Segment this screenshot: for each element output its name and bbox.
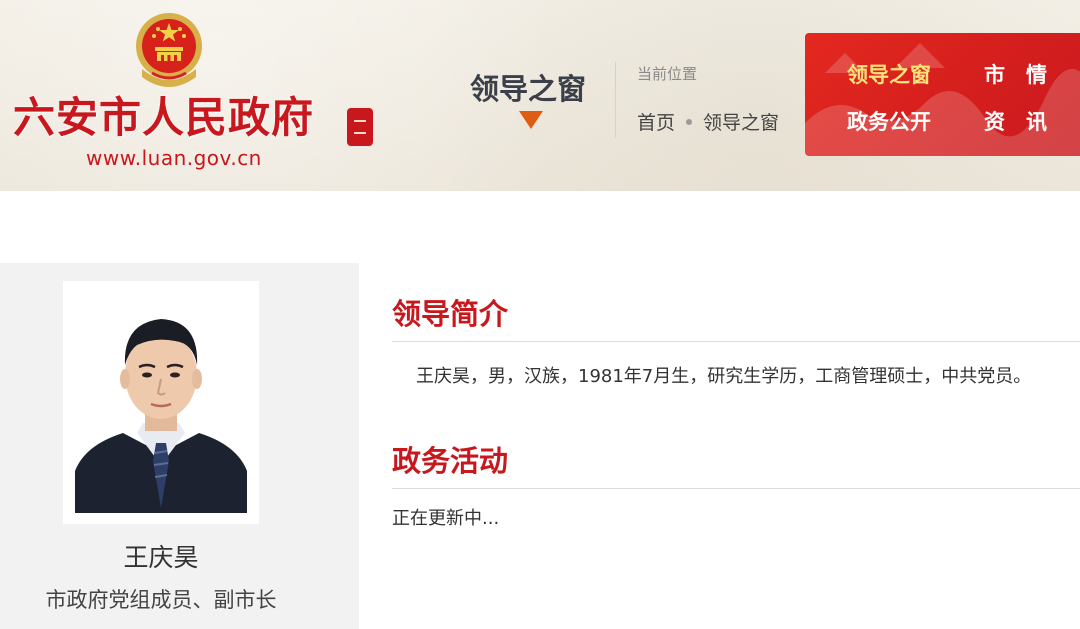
nav-item-leaders[interactable]: 领导之窗 [847, 59, 931, 89]
site-name[interactable]: 六安市人民政府 [13, 90, 333, 146]
leader-photo [75, 293, 247, 513]
seal-icon [347, 108, 373, 146]
national-emblem-icon[interactable] [132, 9, 206, 87]
section-title: 领导之窗 [470, 72, 587, 106]
intro-text: 王庆昊，男，汉族，1981年7月生，研究生学历，工商管理硕士，中共党员。 [416, 366, 1032, 387]
nav-background-pattern [805, 43, 1080, 156]
intro-divider [392, 341, 1080, 342]
activity-divider [392, 488, 1080, 489]
leader-name: 王庆昊 [123, 543, 199, 572]
activity-text: 正在更新中... [392, 508, 500, 529]
location-label: 当前位置 [637, 65, 698, 83]
breadcrumb-separator-icon [686, 118, 693, 125]
breadcrumb-home[interactable]: 首页 [637, 108, 675, 135]
breadcrumb-current[interactable]: 领导之窗 [703, 108, 779, 135]
header-divider [615, 62, 616, 138]
activity-heading: 政务活动 [392, 444, 509, 478]
breadcrumb: 首页 领导之窗 [637, 108, 779, 135]
intro-heading: 领导简介 [392, 297, 509, 331]
nav-item-news[interactable]: 资 讯 [984, 106, 1047, 136]
nav-item-gov-affairs[interactable]: 政务公开 [847, 106, 931, 136]
leader-title: 市政府党组成员、副市长 [45, 588, 277, 612]
triangle-down-icon [519, 111, 543, 129]
site-url[interactable]: www.luan.gov.cn [86, 146, 286, 170]
site-header: 六安市人民政府 www.luan.gov.cn 领导之窗 当前位置 首页 领导之… [0, 0, 1080, 191]
nav-item-city-overview[interactable]: 市 情 [984, 59, 1047, 89]
main-nav: 领导之窗 市 情 政务公开 资 讯 [805, 33, 1080, 156]
